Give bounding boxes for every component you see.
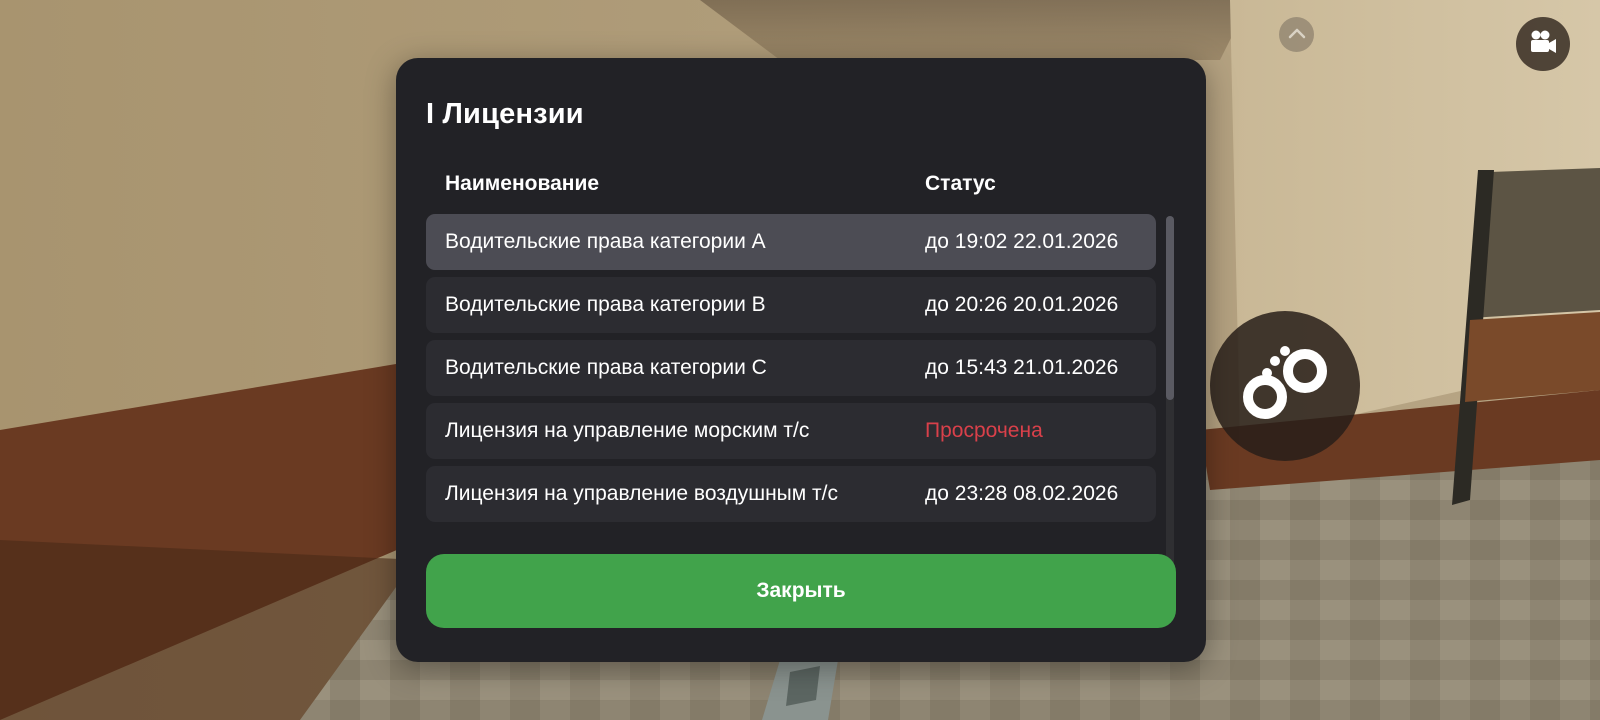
modal-title: I Лицензии [426, 98, 584, 130]
license-row-sea-vehicle[interactable]: Лицензия на управление морским т/с Проср… [426, 403, 1156, 459]
column-header-status: Статус [925, 172, 996, 195]
license-row-air-vehicle[interactable]: Лицензия на управление воздушным т/с до … [426, 466, 1156, 522]
license-status: до 23:28 08.02.2026 [925, 482, 1119, 505]
handcuffs-icon [1235, 339, 1335, 434]
license-name: Водительские права категории A [445, 230, 766, 253]
license-row-category-a[interactable]: Водительские права категории A до 19:02 … [426, 214, 1156, 270]
license-status-expired: Просрочена [925, 419, 1043, 442]
license-name: Лицензия на управление воздушным т/с [445, 482, 838, 505]
collapse-hud-button[interactable] [1279, 17, 1314, 52]
handcuffs-button[interactable] [1210, 311, 1360, 461]
licenses-list[interactable]: Водительские права категории A до 19:02 … [426, 214, 1156, 578]
license-status: до 20:26 20.01.2026 [925, 293, 1119, 316]
table-header: Наименование Статус [426, 172, 1156, 202]
close-button[interactable]: Закрыть [426, 554, 1176, 628]
license-name: Лицензия на управление морским т/с [445, 419, 810, 442]
license-row-category-c[interactable]: Водительские права категории C до 15:43 … [426, 340, 1156, 396]
chevron-up-icon [1288, 26, 1306, 44]
license-row-category-b[interactable]: Водительские права категории B до 20:26 … [426, 277, 1156, 333]
license-status: до 19:02 22.01.2026 [925, 230, 1119, 253]
camera-button[interactable] [1516, 17, 1570, 71]
column-header-name: Наименование [445, 172, 600, 195]
license-name: Водительские права категории B [445, 293, 766, 316]
license-status: до 15:43 21.01.2026 [925, 356, 1119, 379]
licenses-modal: I Лицензии Наименование Статус Водительс… [396, 58, 1206, 662]
scrollbar-thumb[interactable] [1166, 216, 1174, 400]
video-camera-icon [1528, 29, 1558, 60]
license-name: Водительские права категории C [445, 356, 767, 379]
